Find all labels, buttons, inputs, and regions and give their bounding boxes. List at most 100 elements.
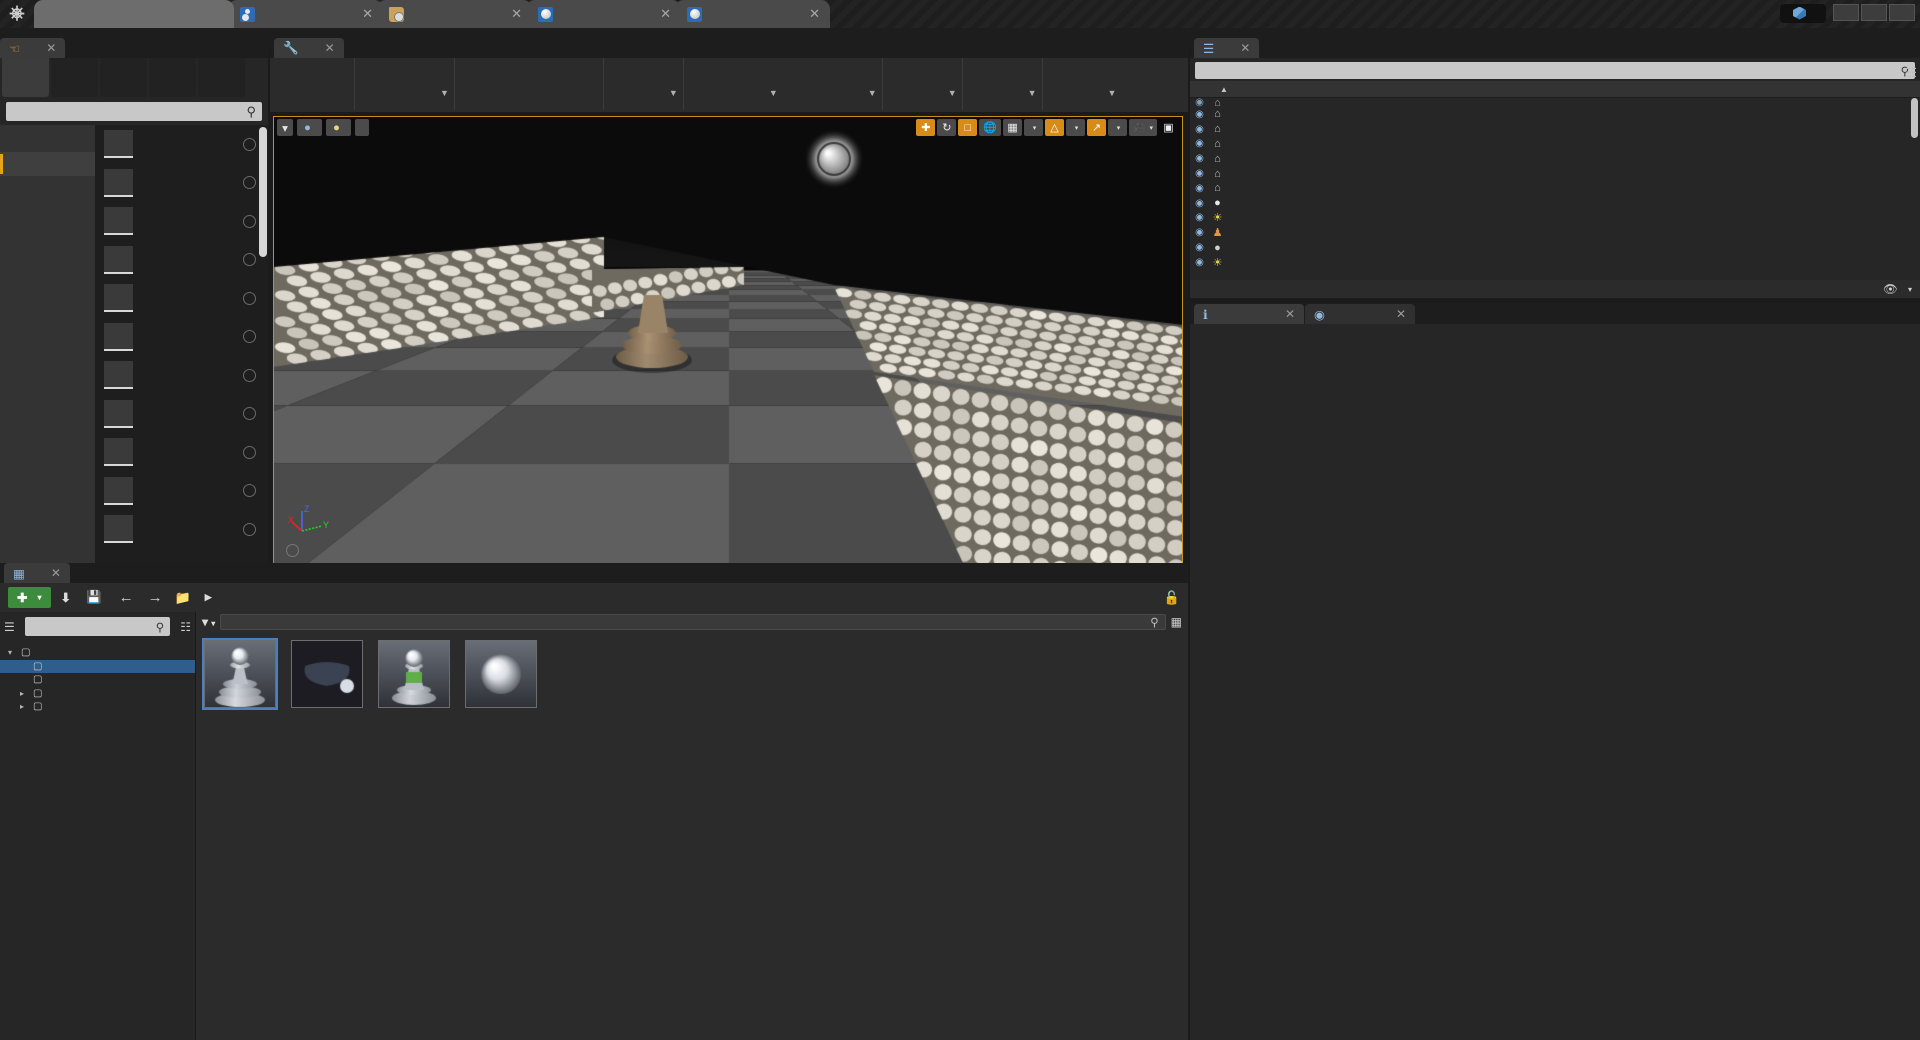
- content-button[interactable]: [455, 58, 519, 110]
- tree-item-blueprints[interactable]: ▢: [0, 660, 195, 674]
- rotation-snap-toggle[interactable]: △: [1045, 119, 1064, 136]
- outliner-row[interactable]: ◉ ☀: [1190, 211, 1920, 226]
- place-actor-empty-pawn[interactable]: [95, 202, 268, 241]
- place-actor-cube[interactable]: [95, 318, 268, 357]
- category-geometry[interactable]: [0, 250, 95, 275]
- outliner-row[interactable]: ◉ ♟: [1190, 225, 1920, 240]
- save-all-button[interactable]: 💾: [86, 590, 107, 605]
- rotation-snap-value[interactable]: ▾: [1066, 119, 1085, 136]
- chevron-down-icon[interactable]: ▼: [1027, 70, 1042, 98]
- outliner-row[interactable]: ◉ ☀: [1190, 255, 1920, 270]
- camera-mode-button[interactable]: ●: [297, 119, 322, 136]
- grid-snap-toggle[interactable]: ▦: [1003, 119, 1022, 136]
- visibility-eye-icon[interactable]: ◉: [1190, 98, 1209, 107]
- play-button[interactable]: [963, 58, 1027, 110]
- category-cinematic[interactable]: [0, 201, 95, 226]
- save-current-button[interactable]: [270, 58, 354, 110]
- tree-item-content[interactable]: ▾ ▢: [0, 646, 195, 660]
- chevron-down-icon[interactable]: ▼: [439, 70, 454, 98]
- editor-tab-project-settings[interactable]: ✕: [377, 0, 532, 28]
- asset-progressor[interactable]: [465, 640, 537, 714]
- settings-button[interactable]: [604, 58, 668, 110]
- camera-speed-value[interactable]: 🎥 ▾: [1129, 119, 1157, 136]
- tree-item-models[interactable]: ▸ ▢: [0, 687, 195, 701]
- outliner-search-input[interactable]: ⚲: [1195, 62, 1915, 79]
- help-icon[interactable]: [243, 369, 256, 382]
- category-visual-effects[interactable]: [0, 225, 95, 250]
- back-arrow-icon[interactable]: ←: [117, 589, 136, 606]
- visibility-eye-icon[interactable]: ◉: [1190, 109, 1209, 120]
- scale-snap-toggle[interactable]: ↗: [1087, 119, 1106, 136]
- help-icon[interactable]: [243, 176, 256, 189]
- place-actor-box-trigger[interactable]: [95, 510, 268, 549]
- tab-world-settings[interactable]: ◉ ✕: [1305, 304, 1415, 324]
- category-all-classes[interactable]: [0, 299, 95, 324]
- place-actor-cylinder[interactable]: [95, 395, 268, 434]
- close-icon[interactable]: ✕: [51, 566, 61, 580]
- tree-item-startercontent[interactable]: ▸ ▢: [0, 700, 195, 714]
- tab-details[interactable]: ℹ ✕: [1194, 304, 1304, 324]
- outliner-scrollbar[interactable]: [1911, 98, 1918, 138]
- help-icon[interactable]: [243, 523, 256, 536]
- tab-content-browser[interactable]: ▦ ✕: [4, 563, 70, 583]
- place-actor-point-light[interactable]: [95, 241, 268, 280]
- asset-follower[interactable]: [204, 640, 276, 714]
- filters-button[interactable]: ▾ ▾: [202, 615, 215, 629]
- outliner-row[interactable]: ◉ ⌂: [1190, 122, 1920, 137]
- visibility-eye-icon[interactable]: ◉: [1190, 168, 1209, 179]
- place-actor-cone[interactable]: [95, 433, 268, 472]
- build-button[interactable]: [883, 58, 947, 110]
- place-actor-empty-character[interactable]: [95, 164, 268, 203]
- help-icon[interactable]: [243, 446, 256, 459]
- help-icon[interactable]: [243, 330, 256, 343]
- visibility-eye-icon[interactable]: ◉: [1190, 212, 1209, 223]
- place-actor-player-start[interactable]: [95, 279, 268, 318]
- outliner-row[interactable]: ◉ ⌂: [1190, 151, 1920, 166]
- outliner-row[interactable]: ◉ ⌂: [1190, 98, 1920, 107]
- grid-snap-value[interactable]: ▾: [1024, 119, 1043, 136]
- chevron-down-icon[interactable]: ▼: [668, 70, 683, 98]
- visibility-eye-icon[interactable]: ◉: [1190, 198, 1209, 209]
- marketplace-button[interactable]: [519, 58, 603, 110]
- geometry-mode-button[interactable]: [198, 53, 245, 97]
- close-icon[interactable]: ✕: [1240, 41, 1250, 55]
- chevron-right-icon[interactable]: ▸: [20, 689, 28, 698]
- editor-tab-mainlevel[interactable]: [34, 0, 234, 28]
- outliner-view-options-button[interactable]: 👁 ▾: [1883, 282, 1912, 296]
- help-icon[interactable]: [243, 484, 256, 497]
- category-basic[interactable]: [0, 152, 95, 177]
- visibility-eye-icon[interactable]: ◉: [1190, 227, 1209, 238]
- search-classes-input[interactable]: ⚲: [6, 102, 262, 121]
- help-icon[interactable]: [243, 215, 256, 228]
- maximize-button[interactable]: [1861, 4, 1887, 21]
- chevron-down-icon[interactable]: ▼: [947, 70, 962, 98]
- close-icon[interactable]: ✕: [325, 41, 335, 55]
- help-icon[interactable]: [243, 138, 256, 151]
- chevron-right-icon[interactable]: ▸: [20, 702, 28, 711]
- lock-icon[interactable]: 🔓: [1164, 590, 1180, 606]
- tab-world-outliner[interactable]: ☰ ✕: [1194, 38, 1259, 58]
- close-icon[interactable]: ✕: [46, 41, 56, 55]
- tab-toolbar[interactable]: 🔧 ✕: [274, 38, 344, 58]
- level-viewport[interactable]: ▾ ● ● ✚ ↻ □ 🌐 ▦ ▾ △ ▾ ↗ ▾ 🎥 ▾ ▣ Z Y X: [273, 116, 1183, 564]
- forward-arrow-icon[interactable]: →: [146, 589, 165, 606]
- tree-item-levels[interactable]: ▢: [0, 673, 195, 687]
- place-actor-sphere[interactable]: [95, 356, 268, 395]
- visibility-eye-icon[interactable]: ◉: [1190, 138, 1209, 149]
- close-icon[interactable]: ✕: [352, 6, 373, 22]
- search-paths-input[interactable]: ⚲: [25, 617, 170, 636]
- chevron-down-icon[interactable]: ▼: [867, 70, 882, 98]
- source-control-button[interactable]: [355, 58, 439, 110]
- minimize-button[interactable]: [1833, 4, 1859, 21]
- visibility-eye-icon[interactable]: ◉: [1190, 257, 1209, 268]
- help-icon[interactable]: [243, 253, 256, 266]
- close-icon[interactable]: ✕: [1285, 307, 1295, 321]
- scale-tool-icon[interactable]: □: [958, 119, 977, 136]
- landscape-mode-button[interactable]: [100, 53, 147, 97]
- scale-snap-value[interactable]: ▾: [1108, 119, 1127, 136]
- close-button[interactable]: [1889, 4, 1915, 21]
- import-button[interactable]: ⬇: [61, 590, 76, 605]
- paths-filter-icon[interactable]: ☰: [4, 620, 15, 634]
- visibility-eye-icon[interactable]: ◉: [1190, 153, 1209, 164]
- outliner-row[interactable]: ◉ ⌂: [1190, 181, 1920, 196]
